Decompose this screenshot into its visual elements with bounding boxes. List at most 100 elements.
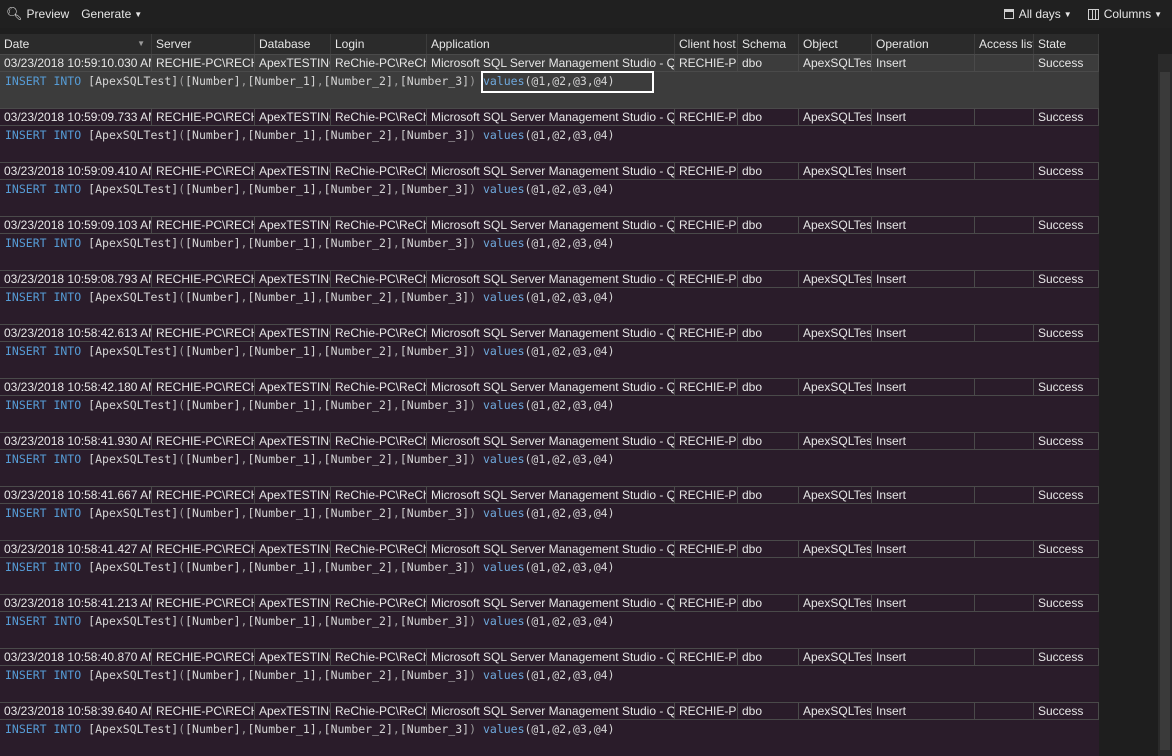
sql-token: INSERT INTO: [5, 506, 82, 520]
column-header-access-list[interactable]: Access list: [975, 34, 1034, 54]
columns-icon: [1087, 8, 1099, 20]
cell-state: Success: [1034, 55, 1099, 71]
sql-statement: INSERT INTO [ApexSQLTest]([Number],[Numbe…: [0, 71, 1099, 108]
cell-server: RECHIE-PC\RECHIE: [152, 595, 255, 611]
cell-application: Microsoft SQL Server Management Studio -…: [427, 217, 675, 233]
all-days-dropdown[interactable]: All days ▼: [1003, 0, 1072, 28]
cell-state: Success: [1034, 217, 1099, 233]
sql-token: [Number_1]: [247, 344, 317, 358]
sql-token: [Number_1]: [247, 668, 317, 682]
sql-token: ): [469, 74, 477, 88]
cell-date: 03/23/2018 10:58:40.870 AM: [0, 649, 152, 665]
cell-client-host: RECHIE-PC: [675, 325, 738, 341]
table-row[interactable]: 03/23/2018 10:58:42.613 AMRECHIE-PC\RECH…: [0, 324, 1099, 378]
sql-token: ,: [316, 506, 324, 520]
table-row[interactable]: 03/23/2018 10:59:10.030 AMRECHIE-PC\RECH…: [0, 54, 1099, 108]
all-days-label: All days: [1018, 7, 1061, 21]
table-row[interactable]: 03/23/2018 10:59:08.793 AMRECHIE-PC\RECH…: [0, 270, 1099, 324]
cell-login: ReChie-PC\ReChie: [331, 109, 427, 125]
cell-schema: dbo: [738, 433, 799, 449]
column-header-login[interactable]: Login: [331, 34, 427, 54]
sql-token: [ApexSQLTest]: [88, 668, 179, 682]
cell-operation: Insert: [872, 55, 975, 71]
sql-token: ,: [316, 452, 324, 466]
cell-date: 03/23/2018 10:58:41.427 AM: [0, 541, 152, 557]
column-header-date[interactable]: Date ▼: [0, 34, 152, 54]
column-header-label: Operation: [876, 37, 929, 51]
grid-rows: 03/23/2018 10:59:10.030 AMRECHIE-PC\RECH…: [0, 54, 1099, 756]
cell-database: ApexTESTING: [255, 379, 331, 395]
sql-token: ,: [392, 560, 400, 574]
preview-label: Preview: [26, 7, 70, 21]
table-row[interactable]: 03/23/2018 10:58:40.870 AMRECHIE-PC\RECH…: [0, 648, 1099, 702]
sql-token: ,: [316, 668, 324, 682]
table-row[interactable]: 03/23/2018 10:58:41.427 AMRECHIE-PC\RECH…: [0, 540, 1099, 594]
cell-login: ReChie-PC\ReChie: [331, 325, 427, 341]
cell-operation: Insert: [872, 433, 975, 449]
record-fields: 03/23/2018 10:59:09.410 AMRECHIE-PC\RECH…: [0, 162, 1099, 180]
cell-server: RECHIE-PC\RECHIE: [152, 55, 255, 71]
sql-token: [Number_3]: [399, 344, 470, 358]
sql-token: ): [469, 344, 477, 358]
column-header-operation[interactable]: Operation: [872, 34, 975, 54]
column-header-database[interactable]: Database: [255, 34, 331, 54]
table-row[interactable]: 03/23/2018 10:58:41.667 AMRECHIE-PC\RECH…: [0, 486, 1099, 540]
cell-client-host: RECHIE-PC: [675, 541, 738, 557]
sql-token: ): [469, 560, 477, 574]
sql-token: ,: [316, 344, 324, 358]
cell-client-host: RECHIE-PC: [675, 217, 738, 233]
table-row[interactable]: 03/23/2018 10:58:41.930 AMRECHIE-PC\RECH…: [0, 432, 1099, 486]
sql-token: INSERT INTO: [5, 614, 82, 628]
vertical-scrollbar[interactable]: [1158, 54, 1172, 756]
cell-server: RECHIE-PC\RECHIE: [152, 541, 255, 557]
sql-token: ): [469, 614, 477, 628]
sort-descending-icon: ▼: [137, 39, 145, 48]
sql-token: [Number]: [185, 128, 241, 142]
column-header-schema[interactable]: Schema: [738, 34, 799, 54]
table-row[interactable]: 03/23/2018 10:59:09.103 AMRECHIE-PC\RECH…: [0, 216, 1099, 270]
sql-token: INSERT INTO: [5, 74, 82, 88]
sql-token: INSERT INTO: [5, 182, 82, 196]
cell-object: ApexSQLTest: [799, 541, 872, 557]
sql-token: [Number_1]: [247, 74, 317, 88]
sql-token: values: [482, 182, 525, 196]
sql-statement: INSERT INTO [ApexSQLTest]([Number],[Numbe…: [0, 666, 1099, 702]
table-row[interactable]: 03/23/2018 10:58:41.213 AMRECHIE-PC\RECH…: [0, 594, 1099, 648]
cell-state: Success: [1034, 541, 1099, 557]
generate-button[interactable]: Generate ▼: [81, 0, 142, 28]
table-row[interactable]: 03/23/2018 10:59:09.410 AMRECHIE-PC\RECH…: [0, 162, 1099, 216]
sql-token: [Number_3]: [399, 452, 470, 466]
cell-client-host: RECHIE-PC: [675, 595, 738, 611]
column-header-server[interactable]: Server: [152, 34, 255, 54]
column-header-object[interactable]: Object: [799, 34, 872, 54]
cell-operation: Insert: [872, 271, 975, 287]
column-header-label: Login: [335, 37, 365, 51]
column-header-application[interactable]: Application: [427, 34, 675, 54]
cell-object: ApexSQLTest: [799, 487, 872, 503]
columns-dropdown[interactable]: Columns ▼: [1087, 0, 1162, 28]
column-header-client-host[interactable]: Client host: [675, 34, 738, 54]
table-row[interactable]: 03/23/2018 10:58:39.640 AMRECHIE-PC\RECH…: [0, 702, 1099, 756]
table-row[interactable]: 03/23/2018 10:59:09.733 AMRECHIE-PC\RECH…: [0, 108, 1099, 162]
preview-button[interactable]: 🔍︎ Preview: [6, 0, 69, 28]
sql-token: [Number]: [185, 398, 241, 412]
sql-token: values: [482, 398, 525, 412]
table-row[interactable]: 03/23/2018 10:58:42.180 AMRECHIE-PC\RECH…: [0, 378, 1099, 432]
record-fields: 03/23/2018 10:58:41.427 AMRECHIE-PC\RECH…: [0, 540, 1099, 558]
cell-object: ApexSQLTest: [799, 109, 872, 125]
cell-state: Success: [1034, 649, 1099, 665]
sql-token: [Number]: [185, 236, 241, 250]
cell-operation: Insert: [872, 541, 975, 557]
cell-access-list: [975, 433, 1034, 449]
cell-login: ReChie-PC\ReChie: [331, 163, 427, 179]
sql-token: ): [469, 182, 477, 196]
sql-token: ,: [392, 668, 400, 682]
scrollbar-thumb[interactable]: [1160, 72, 1170, 750]
column-header-state[interactable]: State: [1034, 34, 1099, 54]
cell-application: Microsoft SQL Server Management Studio -…: [427, 55, 675, 71]
sql-token: [Number_2]: [323, 398, 393, 412]
sql-token: [ApexSQLTest]: [88, 614, 179, 628]
cell-schema: dbo: [738, 325, 799, 341]
sql-token: ,: [392, 74, 400, 88]
cell-client-host: RECHIE-PC: [675, 433, 738, 449]
